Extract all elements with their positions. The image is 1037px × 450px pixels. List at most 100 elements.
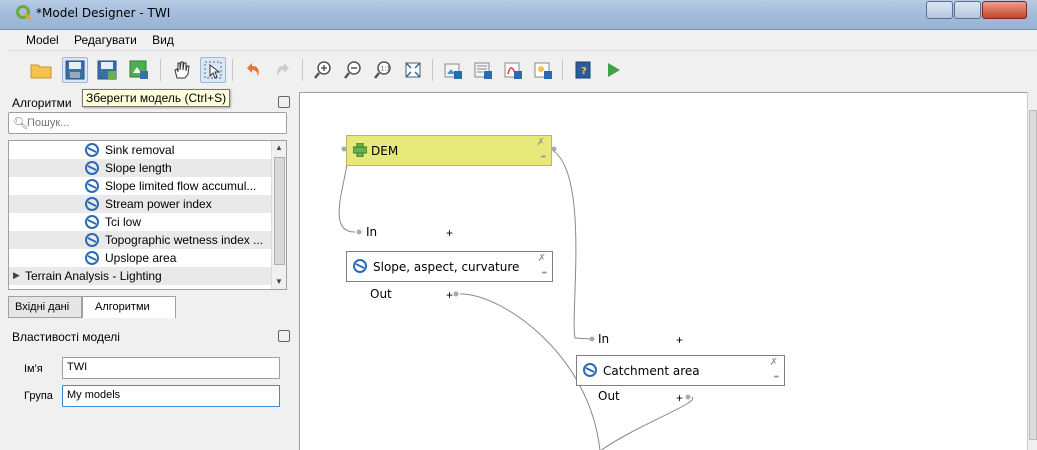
expand-arrow-icon[interactable]: ▶ <box>13 270 20 281</box>
properties-panel-header: Властивості моделі <box>8 328 294 346</box>
algorithm-node-catchment[interactable]: Catchment area ✗ ••• <box>576 355 785 386</box>
window-title: *Model Designer - TWI <box>36 6 171 20</box>
scroll-thumb[interactable] <box>1029 110 1037 440</box>
saga-icon <box>85 179 99 193</box>
save-icon <box>65 60 85 80</box>
select-button[interactable] <box>200 57 226 83</box>
menu-view[interactable]: Вид <box>146 30 180 47</box>
model-input-dem[interactable]: DEM ✗ ••• <box>346 135 552 166</box>
tree-item[interactable]: Upslope area <box>9 249 271 267</box>
remove-node-icon[interactable]: ✗ <box>538 254 546 264</box>
saga-icon <box>85 251 99 265</box>
algorithm-node-slope[interactable]: Slope, aspect, curvature ✗ ••• <box>346 251 553 282</box>
expand-inputs-icon[interactable]: + <box>446 226 453 240</box>
undo-button[interactable] <box>240 57 266 83</box>
tree-item[interactable]: Tci low <box>9 213 271 231</box>
zoom-in-button[interactable] <box>310 57 336 83</box>
export-svg-button[interactable] <box>470 57 496 83</box>
remove-node-icon[interactable]: ✗ <box>537 138 545 148</box>
zoom-out-icon <box>344 61 361 79</box>
menu-edit[interactable]: Редагувати <box>68 30 143 47</box>
search-icon: 🔍︎ <box>13 116 29 130</box>
edit-node-icon[interactable]: ••• <box>542 270 547 277</box>
name-label: Ім'я <box>24 363 43 375</box>
model-group-field[interactable]: My models <box>62 385 280 407</box>
algorithm-search-input[interactable] <box>27 115 277 131</box>
tab-inputs[interactable]: Вхідні дані <box>8 296 82 318</box>
zoom-out-button[interactable] <box>340 57 366 83</box>
toolbar: 1:1 ? <box>8 50 1037 90</box>
undock-icon[interactable] <box>278 330 290 342</box>
algorithm-search-box[interactable]: 🔍︎ <box>8 112 287 134</box>
input-parameter-icon <box>353 143 367 157</box>
tree-category[interactable]: ▶ Terrain Analysis - Lighting <box>9 267 271 285</box>
tab-algorithms[interactable]: Алгоритми <box>82 296 176 318</box>
node-label: DEM <box>371 144 399 158</box>
port-label-out: Out <box>370 287 392 301</box>
undo-icon <box>247 63 259 76</box>
tree-item[interactable]: Topographic wetness index ... <box>9 231 271 249</box>
redo-button[interactable] <box>270 57 296 83</box>
qgis-logo-icon <box>16 5 32 21</box>
tree-item[interactable]: Slope limited flow accumul... <box>9 177 271 195</box>
export-image-2-button[interactable] <box>440 57 466 83</box>
play-icon <box>608 63 620 77</box>
save-model-button[interactable] <box>62 57 88 83</box>
expand-outputs-icon[interactable]: + <box>446 288 453 302</box>
edit-node-icon[interactable]: ••• <box>541 154 546 161</box>
help-button[interactable]: ? <box>570 57 596 83</box>
save-as-icon <box>97 60 117 80</box>
model-canvas[interactable]: DEM ✗ ••• In + Slope, aspect, curvature … <box>299 92 1027 450</box>
export-pdf-button[interactable] <box>500 57 526 83</box>
port-label-in: In <box>598 332 610 346</box>
algorithm-tree: Sink removal Slope length Slope limited … <box>8 140 287 290</box>
expand-outputs-icon[interactable]: + <box>676 391 683 405</box>
select-arrow-icon <box>204 61 222 79</box>
saga-icon <box>85 161 99 175</box>
saga-icon <box>85 143 99 157</box>
close-button[interactable] <box>982 1 1027 19</box>
menu-bar: Model Редагувати Вид <box>0 30 1037 50</box>
svg-text:?: ? <box>581 66 587 77</box>
group-label: Група <box>24 390 53 402</box>
help-book-icon: ? <box>575 61 591 79</box>
algorithms-panel-title: Алгоритми <box>12 96 72 110</box>
redo-icon <box>277 63 289 76</box>
open-model-button[interactable] <box>28 57 54 83</box>
save-as-button[interactable] <box>94 57 120 83</box>
node-label: Catchment area <box>603 364 700 378</box>
pdf-export-icon <box>504 62 522 79</box>
algorithms-panel-header: Алгоритми <box>8 94 294 112</box>
saga-icon <box>583 363 597 377</box>
edit-node-icon[interactable]: ••• <box>774 374 779 381</box>
zoom-full-button[interactable] <box>400 57 426 83</box>
tree-scrollbar[interactable]: ▲ ▼ <box>271 141 286 289</box>
minimize-button[interactable] <box>926 1 953 19</box>
menu-model[interactable]: Model <box>20 30 65 47</box>
pan-button[interactable] <box>168 57 194 83</box>
python-export-icon <box>534 62 552 79</box>
remove-node-icon[interactable]: ✗ <box>770 358 778 368</box>
tree-item[interactable]: Stream power index <box>9 195 271 213</box>
scroll-down-icon[interactable]: ▼ <box>275 277 283 286</box>
model-name-field[interactable]: TWI <box>62 357 280 379</box>
scroll-up-icon[interactable]: ▲ <box>275 143 283 152</box>
export-image-button[interactable] <box>126 57 152 83</box>
zoom-full-icon <box>405 62 421 78</box>
zoom-actual-button[interactable]: 1:1 <box>370 57 396 83</box>
maximize-button[interactable] <box>954 1 981 19</box>
canvas-scrollbar[interactable] <box>1027 92 1037 450</box>
tree-item[interactable]: Sink removal <box>9 141 271 159</box>
hand-icon <box>174 61 190 79</box>
export-image-icon <box>129 60 148 79</box>
undock-icon[interactable] <box>278 96 290 108</box>
run-model-button[interactable] <box>600 57 626 83</box>
saga-icon <box>353 259 367 273</box>
export-python-button[interactable] <box>530 57 556 83</box>
expand-inputs-icon[interactable]: + <box>676 333 683 347</box>
scroll-thumb[interactable] <box>274 157 285 265</box>
panel-tabs: Вхідні дані Алгоритми <box>8 296 287 318</box>
title-bar: *Model Designer - TWI <box>0 0 1037 30</box>
port-label-in: In <box>366 225 378 239</box>
tree-item[interactable]: Slope length <box>9 159 271 177</box>
